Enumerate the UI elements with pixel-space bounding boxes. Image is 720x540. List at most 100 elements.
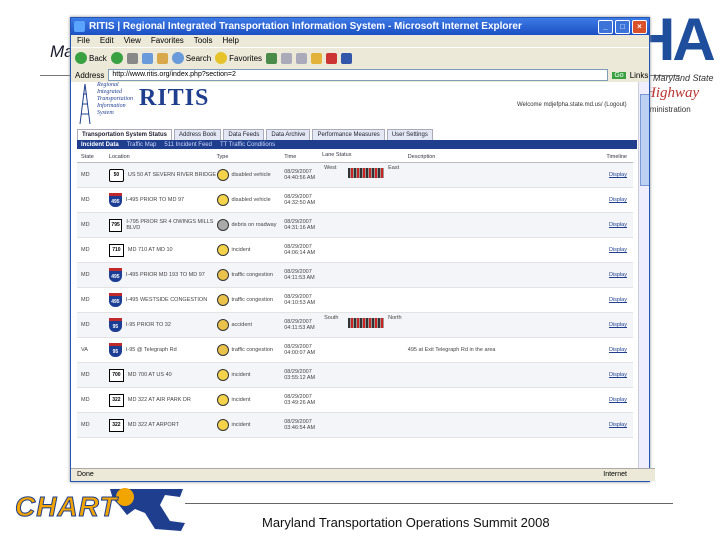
type-text: debris on roadway	[231, 222, 277, 228]
menu-help[interactable]: Help	[222, 35, 238, 47]
toolbar: Back Search Favorites	[71, 47, 649, 68]
tab-user-settings[interactable]: User Settings	[386, 129, 433, 140]
col-state[interactable]: State	[77, 154, 109, 160]
cell-time: 08/29/2007 04:31:16 AM	[284, 219, 316, 231]
forward-button[interactable]	[110, 52, 123, 64]
sha-logo-sub2: Highway	[645, 85, 700, 101]
type-text: disabled vehicle	[231, 172, 271, 178]
cell-location: 495 I-495 PRIOR MD 193 TO MD 97	[108, 268, 217, 282]
maximize-button[interactable]: □	[615, 20, 630, 34]
search-button[interactable]: Search	[171, 52, 211, 64]
links-button[interactable]: Links	[630, 71, 649, 80]
cell-type: incident	[216, 244, 285, 256]
address-label: Address	[75, 70, 105, 80]
folder-icon[interactable]	[311, 52, 323, 64]
subtab-incident-feed[interactable]: 511 Incident Feed	[164, 142, 212, 148]
col-type[interactable]: Type	[217, 154, 285, 160]
cell-location: 700 MD 700 AT US 40	[108, 368, 217, 382]
cell-lane-status	[322, 188, 408, 212]
timeline-display-link[interactable]: Display	[567, 297, 633, 303]
incident-type-icon	[216, 169, 229, 181]
close-button[interactable]: ×	[632, 20, 647, 34]
tab-data-feeds[interactable]: Data Feeds	[223, 129, 265, 140]
type-text: incident	[231, 397, 251, 403]
ritis-logo-big: RITIS	[139, 85, 210, 111]
table-body: MD 50 US 50 AT SEVERN RIVER BRIDGE disabled…	[77, 163, 633, 438]
addon-icon[interactable]	[326, 52, 338, 64]
cell-state: MD	[81, 422, 90, 428]
menu-favorites[interactable]: Favorites	[151, 35, 184, 47]
route-shield-icon: 795	[108, 218, 123, 232]
timeline-display-link[interactable]: Display	[567, 247, 633, 253]
user-welcome[interactable]: Welcome mdjefpha.state.md.us/ (Logout)	[517, 102, 627, 108]
timeline-display-link[interactable]: Display	[567, 322, 633, 328]
timeline-display-link[interactable]: Display	[567, 422, 633, 428]
route-shield-icon: 700	[108, 368, 124, 382]
cell-state: VA	[81, 347, 88, 353]
cell-type: incident	[216, 419, 285, 431]
back-button[interactable]: Back	[75, 52, 107, 64]
tab-performance[interactable]: Performance Measures	[312, 129, 385, 140]
timeline-display-link[interactable]: Display	[567, 197, 633, 203]
footer-divider	[185, 503, 673, 504]
col-location[interactable]: Location	[109, 154, 217, 160]
refresh-icon[interactable]	[141, 52, 153, 64]
cell-type: traffic congestion	[216, 269, 285, 281]
scrollbar-thumb[interactable]	[640, 94, 649, 186]
location-text: I-495 WESTSIDE CONGESTION	[125, 297, 208, 303]
timeline-display-link[interactable]: Display	[567, 222, 633, 228]
col-time[interactable]: Time	[284, 154, 322, 160]
cell-location: 50 US 50 AT SEVERN RIVER BRIDGE	[108, 168, 217, 182]
address-input[interactable]: http://www.ritis.org/index.php?section=2	[108, 69, 609, 81]
stop-icon[interactable]	[126, 52, 138, 64]
route-shield-icon: 495	[108, 193, 122, 207]
tab-address-book[interactable]: Address Book	[174, 129, 222, 140]
timeline-display-link[interactable]: Display	[567, 397, 633, 403]
table-row: MD 710 MD 710 AT MD 10 incident 08/29/2007 0…	[77, 238, 633, 263]
print-icon[interactable]	[296, 52, 308, 64]
table-row: MD 495 I-495 WESTSIDE CONGESTION traffic co…	[77, 288, 633, 313]
cell-description: 495 at Exit Telegraph Rd in the area	[407, 347, 496, 353]
menu-view[interactable]: View	[124, 35, 141, 47]
timeline-display-link[interactable]: Display	[567, 347, 633, 353]
subtab-traffic-map[interactable]: Traffic Map	[127, 142, 157, 148]
menu-edit[interactable]: Edit	[100, 35, 114, 47]
location-text: MD 322 AT AIR PARK DR	[127, 397, 191, 403]
menu-file[interactable]: File	[77, 35, 90, 47]
table-row: MD 50 US 50 AT SEVERN RIVER BRIDGE disabled…	[77, 163, 633, 188]
menu-bar: File Edit View Favorites Tools Help	[71, 35, 649, 47]
subtab-incident-data[interactable]: Incident Data	[81, 142, 119, 148]
vertical-scrollbar[interactable]	[638, 82, 649, 468]
incident-type-icon	[216, 269, 229, 281]
go-button[interactable]: Go	[612, 71, 626, 79]
location-text: I-795 PRIOR SR 4 OWINGS MILLS BLVD	[126, 219, 214, 231]
route-shield-icon: 95	[108, 343, 122, 357]
type-text: accident	[231, 322, 253, 328]
messenger-icon[interactable]	[341, 52, 353, 64]
location-text: I-495 PRIOR MD 193 TO MD 97	[125, 272, 205, 278]
minimize-button[interactable]: _	[598, 20, 613, 34]
subtab-traffic-conditions[interactable]: TT Traffic Conditions	[220, 142, 275, 148]
home-icon[interactable]	[156, 52, 168, 64]
timeline-display-link[interactable]: Display	[567, 272, 633, 278]
cell-time: 08/29/2007 04:06:14 AM	[284, 244, 316, 256]
cell-state: MD	[81, 172, 90, 178]
tab-system-status[interactable]: Transportation System Status	[77, 129, 173, 140]
menu-tools[interactable]: Tools	[194, 35, 213, 47]
media-icon[interactable]	[266, 52, 278, 64]
table-row: VA 95 I-95 @ Telegraph Rd traffic congestio…	[77, 338, 633, 363]
route-shield-icon: 95	[108, 318, 122, 332]
cell-lane-status	[322, 263, 408, 287]
status-text: Done	[77, 471, 94, 478]
favorites-button[interactable]: Favorites	[215, 52, 262, 64]
location-text: I-95 @ Telegraph Rd	[125, 347, 177, 353]
timeline-display-link[interactable]: Display	[567, 172, 633, 178]
cell-type: disabled vehicle	[216, 169, 285, 181]
tab-data-archive[interactable]: Data Archive	[266, 129, 311, 140]
location-text: I-495 PRIOR TO MD 97	[125, 197, 185, 203]
cell-time: 08/29/2007 04:11:53 AM	[284, 269, 315, 281]
timeline-display-link[interactable]: Display	[567, 372, 633, 378]
route-shield-icon: 50	[108, 168, 124, 182]
mail-icon[interactable]	[281, 52, 293, 64]
route-shield-icon: 495	[108, 293, 122, 307]
